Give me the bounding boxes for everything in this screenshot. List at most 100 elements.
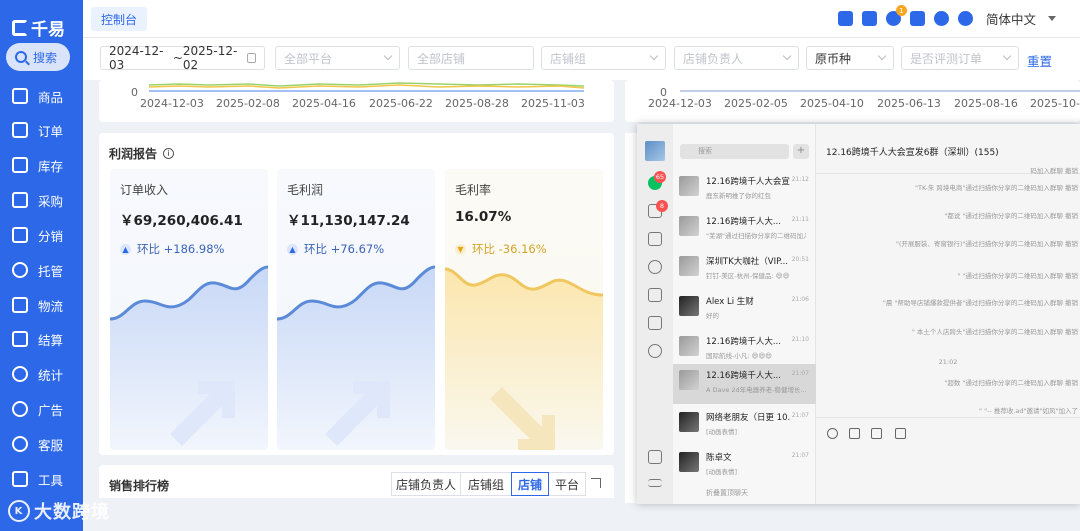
sidebar-item-label: 订单 [38,123,64,139]
sidebar-item-inventory[interactable]: 库存 [12,154,63,176]
chat-window: 65 8 搜索 + 12.16跨境千人大会宣... 21:12 鹿东新明推了你的红包… [637,124,1080,504]
moments-icon[interactable] [648,260,662,274]
conversation-item[interactable]: 12.16跨境千人大会宣... 21:12 鹿东新明推了你的红包 [673,170,816,210]
x-axis-tick: 2025-02-08 [216,97,280,110]
chat-rail: 65 8 [637,124,673,504]
store-select[interactable]: 全部店铺 [408,46,534,70]
clipboard-icon[interactable] [837,11,853,26]
arrow-down-icon: ▼ [455,243,466,255]
conversation-preview: 国际航线-小凡: 😄😄😄 [706,352,772,360]
conversation-item[interactable]: Alex Li 生财 21:06 好的 [673,290,816,330]
date-range-picker[interactable]: 2024-12-03 ~ 2025-12-02 [100,44,265,72]
sidebar-item-label: 分销 [38,228,64,244]
store-placeholder: 全部店铺 [417,51,466,66]
emoji-icon[interactable] [827,428,838,439]
store-group-select[interactable]: 店铺组 [541,46,666,70]
chevron-down-icon [782,51,792,61]
bell-icon[interactable]: 1 [885,5,907,26]
app-logo[interactable]: 千易 [12,15,65,40]
conversation-time: 21:07 [791,452,809,459]
x-axis-tick: 2025-11-03 [521,97,585,110]
scissors-icon[interactable] [895,428,906,439]
sidebar-item-settlement[interactable]: 结算 [12,328,63,350]
notification-badge: 1 [895,5,907,16]
folder-icon[interactable] [871,428,882,439]
download-icon[interactable] [861,11,877,26]
sales-trend-chart-left: 0 2024-12-03 2025-02-08 2025-04-16 2025-… [99,80,614,122]
phone-icon[interactable] [648,450,662,464]
conversation-preview: 鹿东新明推了你的红包 [706,192,771,200]
conversation-item[interactable]: 12.16跨境千人大... 21:11 "芜湖"通过扫描你分享的二维码加入... [673,210,816,250]
conversation-list: 搜索 + 12.16跨境千人大会宣... 21:12 鹿东新明推了你的红包 12.1… [673,124,816,504]
info-icon[interactable]: i [163,148,175,159]
x-axis-tick: 2024-12-03 [648,97,712,110]
sidebar-item-label: 物流 [38,298,64,314]
box-icon[interactable] [648,232,662,246]
menu-icon[interactable] [648,479,662,487]
sidebar-item-label: 结算 [38,332,64,348]
x-axis-tick: 2025-06-13 [877,97,941,110]
platform-select[interactable]: 全部平台 [275,46,400,70]
card-value: ￥69,260,406.41 [120,213,243,229]
platform-placeholder: 全部平台 [284,51,333,66]
card-label: 毛利润 [287,183,324,197]
profit-title-text: 利润报告 [109,147,158,161]
sidebar-item-logistics[interactable]: 物流 [12,294,63,316]
x-axis-tick: 2025-04-10 [800,97,864,110]
sidebar-item-orders[interactable]: 订单 [12,119,63,141]
sidebar-item-ads[interactable]: 广告 [12,398,63,420]
ad-icon [12,401,28,417]
message-input-area[interactable] [816,417,1080,504]
currency-select[interactable]: 原币种 [806,46,894,70]
box-icon[interactable] [849,428,860,439]
user-avatar[interactable] [645,141,665,161]
browser-icon[interactable] [648,344,662,358]
add-chat-button[interactable]: + [793,144,809,159]
sidebar-item-statistics[interactable]: 统计 [12,363,63,385]
reset-button[interactable]: 重置 [1027,51,1052,70]
sidebar-item-products[interactable]: 商品 [12,85,63,107]
store-owner-select[interactable]: 店铺负责人 [674,46,799,70]
support-icon[interactable] [957,11,973,26]
help-icon[interactable] [933,11,949,26]
system-message: "都说 "通过扫描你分享的二维码加入群聊 撤销 [944,212,1078,220]
conversation-item[interactable]: 网络老朋友（日更 10... 21:07 [动画表情] [673,406,816,446]
tab-store-group[interactable]: 店铺组 [460,472,512,496]
pie-chart-icon [12,366,28,382]
card-value: 16.07% [455,209,512,225]
sidebar-item-tools[interactable]: 工具 [12,468,63,490]
avatar [679,216,699,236]
sidebar-item-customer-service[interactable]: 客服 [12,433,63,455]
tab-platform[interactable]: 平台 [548,472,586,496]
conversation-item-selected[interactable]: 12.16跨境千人大... 21:07 A Dave 2d年电器养老-稳健增长... [673,364,816,404]
expand-icon[interactable] [591,478,601,488]
chevron-down-icon[interactable] [1048,16,1056,21]
system-message: " 本土个人店跨头"通过扫描你分享的二维码加入群聊 撤销 [911,328,1078,336]
language-selector[interactable]: 简体中文 [986,9,1036,28]
x-axis-tick: 2025-10- [1030,97,1080,110]
conversation-name: Alex Li 生财 [706,297,754,307]
fullscreen-icon[interactable] [909,11,925,26]
conversation-item[interactable]: 陈卓文 21:07 [动画表情] [673,446,816,486]
date-start: 2024-12-03 [109,44,164,72]
card-trend: ▲ 环比 +76.67% [287,241,384,257]
chat-unread-badge: 65 [654,171,666,183]
tab-store-owner[interactable]: 店铺负责人 [391,472,461,496]
collapse-pinned-button[interactable]: 折叠置顶聊天 [673,482,816,504]
package-icon [12,88,28,104]
mini-program-icon[interactable] [648,288,662,302]
tab-store[interactable]: 店铺 [511,472,549,496]
chat-search-input[interactable]: 搜索 [680,144,789,159]
conversation-name: 深圳TK大咖社（VIP... [706,257,788,267]
sparkle-icon[interactable] [648,316,662,330]
chevron-down-icon [383,51,393,61]
sidebar-item-purchase[interactable]: 采购 [12,189,63,211]
tab-dashboard[interactable]: 控制台 [91,7,148,31]
sidebar-item-distribution[interactable]: 分销 [12,224,63,246]
conversation-item[interactable]: 深圳TK大咖社（VIP... 20:51 钉钉-美区-杭州-保健品: 😄😄 [673,250,816,290]
review-order-select[interactable]: 是否评测订单 [901,46,1019,70]
system-message: "(开展服装、寄窗银行)"通过扫描你分享的二维码加入群聊 撤销 [895,240,1078,248]
sidebar-search-button[interactable]: 搜索 [6,43,70,71]
sidebar-item-hosting[interactable]: 托管 [12,259,63,281]
sidebar-item-label: 工具 [38,472,64,488]
